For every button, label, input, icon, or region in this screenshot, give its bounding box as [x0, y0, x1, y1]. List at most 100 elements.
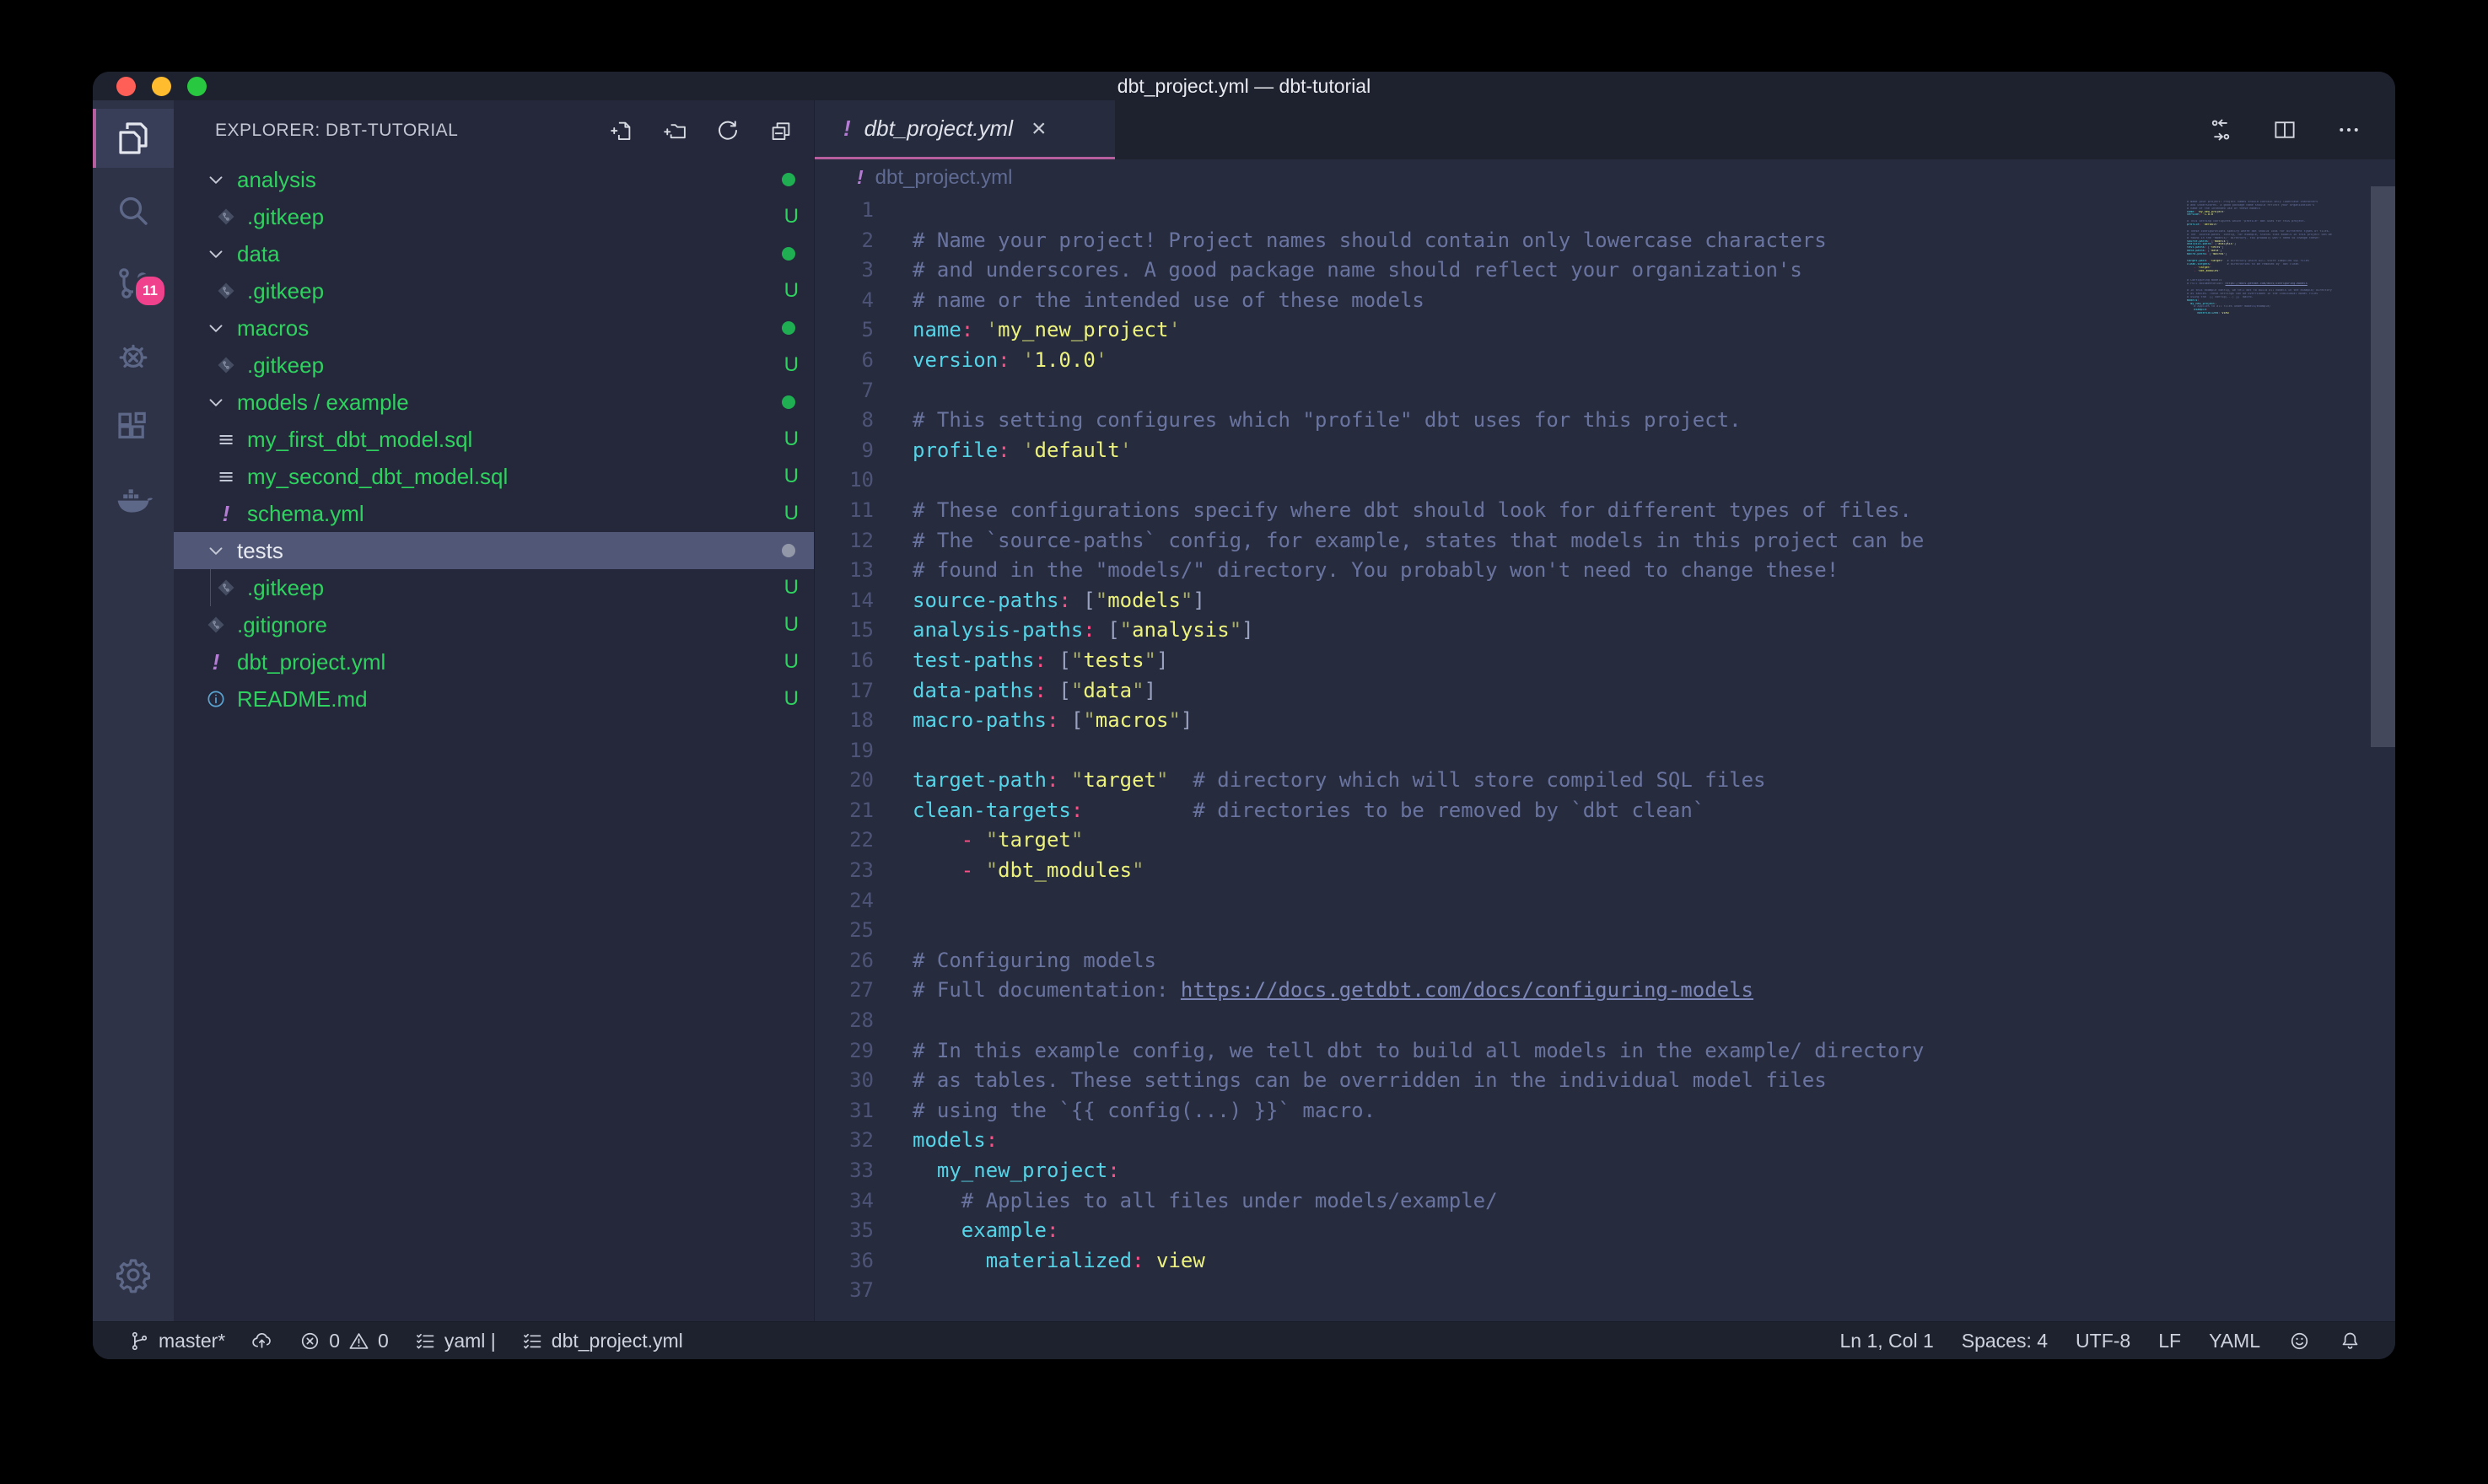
code-segment: analysis	[1132, 616, 1230, 646]
compare-button[interactable]	[2208, 117, 2233, 142]
split-editor-button[interactable]	[2272, 117, 2297, 142]
code-line-37[interactable]: 37	[815, 1276, 2395, 1306]
code-line-20[interactable]: 20target-path: "target" # directory whic…	[815, 766, 2395, 796]
code-line-13[interactable]: 13# found in the "models/" directory. Yo…	[815, 556, 2395, 586]
zoom-window-button[interactable]	[187, 77, 207, 96]
code-line-6[interactable]: 6version: '1.0.0'	[815, 346, 2395, 376]
activity-extensions[interactable]	[93, 399, 174, 458]
new-folder-button[interactable]	[662, 118, 687, 143]
code-line-29[interactable]: 29# In this example config, we tell dbt …	[815, 1036, 2395, 1067]
git-untracked-badge: U	[784, 465, 799, 488]
code-line-9[interactable]: 9profile: 'default'	[815, 436, 2395, 466]
tree-item-tests[interactable]: tests	[174, 532, 814, 569]
activity-explorer[interactable]	[93, 109, 174, 168]
tree-item--gitkeep[interactable]: .gitkeepU	[174, 569, 814, 606]
tree-item-analysis[interactable]: analysis	[174, 161, 814, 198]
status-feedback[interactable]	[2288, 1330, 2311, 1352]
tree-item-readme-md[interactable]: README.mdU	[174, 680, 814, 718]
editor-scrollbar[interactable]	[2371, 186, 2395, 747]
code-line-26[interactable]: 26# Configuring models	[815, 946, 2395, 976]
code-line-19[interactable]: 19	[815, 736, 2395, 766]
minimap[interactable]: # Name your project! Project names shoul…	[2187, 197, 2366, 319]
tree-item--gitignore[interactable]: .gitignoreU	[174, 606, 814, 643]
status-sync[interactable]	[250, 1330, 273, 1352]
more-button[interactable]	[2336, 117, 2361, 142]
code-editor[interactable]: 12# Name your project! Project names sho…	[815, 196, 2395, 1321]
code-line-3[interactable]: 3# and underscores. A good package name …	[815, 255, 2395, 286]
status-language[interactable]: YAML	[2209, 1330, 2260, 1352]
code-line-17[interactable]: 17data-paths: ["data"]	[815, 676, 2395, 707]
code-line-28[interactable]: 28	[815, 1006, 2395, 1036]
screen: dbt_project.yml — dbt-tutorial 11 EXPLOR…	[0, 0, 2488, 1484]
code-segment: "	[1071, 676, 1083, 707]
minimize-window-button[interactable]	[152, 77, 171, 96]
code-line-12[interactable]: 12# The `source-paths` config, for examp…	[815, 526, 2395, 556]
activity-search[interactable]	[93, 181, 174, 240]
code-line-34[interactable]: 34 # Applies to all files under models/e…	[815, 1186, 2395, 1217]
code-line-23[interactable]: 23 - "dbt_modules"	[815, 856, 2395, 886]
code-segment: '	[2224, 211, 2226, 213]
code-line-8[interactable]: 8# This setting configures which "profil…	[815, 406, 2395, 436]
code-line-7[interactable]: 7	[815, 376, 2395, 406]
close-tab-icon[interactable]: ×	[1031, 116, 1047, 142]
code-line-24[interactable]: 24	[815, 886, 2395, 917]
tree-item-macros[interactable]: macros	[174, 309, 814, 347]
code-line-16[interactable]: 16test-paths: ["tests"]	[815, 646, 2395, 676]
code-line-25[interactable]: 25	[815, 916, 2395, 946]
refresh-button[interactable]	[715, 118, 740, 143]
line-number: 26	[815, 946, 874, 976]
code-line-32[interactable]: 32models:	[815, 1126, 2395, 1156]
code-line-18[interactable]: 18macro-paths: ["macros"]	[815, 706, 2395, 736]
git-file-icon	[215, 354, 237, 376]
status-file-status[interactable]: dbt_project.yml	[521, 1330, 683, 1352]
folder-chevron	[205, 169, 227, 191]
activity-debug[interactable]	[93, 326, 174, 385]
status-encoding[interactable]: UTF-8	[2076, 1330, 2130, 1352]
code-line-35[interactable]: 35 example:	[815, 1216, 2395, 1246]
code-line-30[interactable]: 30# as tables. These settings can be ove…	[815, 1066, 2395, 1096]
tree-item--gitkeep[interactable]: .gitkeepU	[174, 198, 814, 235]
tree-item-schema-yml[interactable]: !schema.ymlU	[174, 495, 814, 532]
code-line-36[interactable]: 36 materialized: view	[815, 1246, 2395, 1277]
status-notifications[interactable]	[2339, 1330, 2361, 1352]
status-indentation[interactable]: Spaces: 4	[1962, 1330, 2048, 1352]
tree-item--gitkeep[interactable]: .gitkeepU	[174, 272, 814, 309]
search-icon	[113, 191, 153, 231]
tree-item-models-example[interactable]: models / example	[174, 384, 814, 421]
code-line-4[interactable]: 4# name or the intended use of these mod…	[815, 286, 2395, 316]
collapse-all-button[interactable]	[768, 118, 794, 143]
activity-source-control[interactable]: 11	[93, 254, 174, 313]
doc-link[interactable]: https://docs.getdbt.com/docs/configuring…	[2226, 282, 2308, 285]
tree-item-dbt-project-yml[interactable]: !dbt_project.ymlU	[174, 643, 814, 680]
status-cursor-position-label: Ln 1, Col 1	[1840, 1330, 1934, 1352]
status-git-branch[interactable]: master*	[128, 1330, 225, 1352]
new-file-button[interactable]	[609, 118, 634, 143]
code-line-33[interactable]: 33 my_new_project:	[815, 1156, 2395, 1186]
breadcrumb-file[interactable]: dbt_project.yml	[875, 166, 1013, 190]
activity-settings[interactable]	[113, 1255, 153, 1299]
status-yaml-status[interactable]: yaml |	[414, 1330, 496, 1352]
code-line-11[interactable]: 11# These configurations specify where d…	[815, 496, 2395, 526]
code-line-1[interactable]: 1	[815, 196, 2395, 226]
doc-link[interactable]: https://docs.getdbt.com/docs/configuring…	[1181, 976, 1753, 1006]
code-line-31[interactable]: 31# using the `{{ config(...) }}` macro.	[815, 1096, 2395, 1126]
code-line-14[interactable]: 14source-paths: ["models"]	[815, 586, 2395, 616]
tab-dbt-project-yml[interactable]: ! dbt_project.yml ×	[815, 100, 1115, 159]
close-window-button[interactable]	[116, 77, 136, 96]
code-line-15[interactable]: 15analysis-paths: ["analysis"]	[815, 616, 2395, 646]
activity-docker[interactable]	[93, 471, 174, 530]
code-line-27[interactable]: 27# Full documentation: https://docs.get…	[815, 976, 2395, 1006]
tree-item--gitkeep[interactable]: .gitkeepU	[174, 347, 814, 384]
tree-item-my-second-dbt-model-sql[interactable]: ≡my_second_dbt_model.sqlU	[174, 458, 814, 495]
folder-change-dot	[782, 247, 795, 261]
code-line-2[interactable]: 2# Name your project! Project names shou…	[815, 226, 2395, 256]
code-line-10[interactable]: 10	[815, 465, 2395, 496]
code-line-21[interactable]: 21clean-targets: # directories to be rem…	[815, 796, 2395, 826]
status-cursor-position[interactable]: Ln 1, Col 1	[1840, 1330, 1934, 1352]
status-problems[interactable]: 00	[299, 1330, 389, 1352]
tree-item-data[interactable]: data	[174, 235, 814, 272]
tree-item-my-first-dbt-model-sql[interactable]: ≡my_first_dbt_model.sqlU	[174, 421, 814, 458]
code-line-22[interactable]: 22 - "target"	[815, 825, 2395, 856]
status-eol[interactable]: LF	[2158, 1330, 2181, 1352]
code-line-5[interactable]: 5name: 'my_new_project'	[815, 315, 2395, 346]
